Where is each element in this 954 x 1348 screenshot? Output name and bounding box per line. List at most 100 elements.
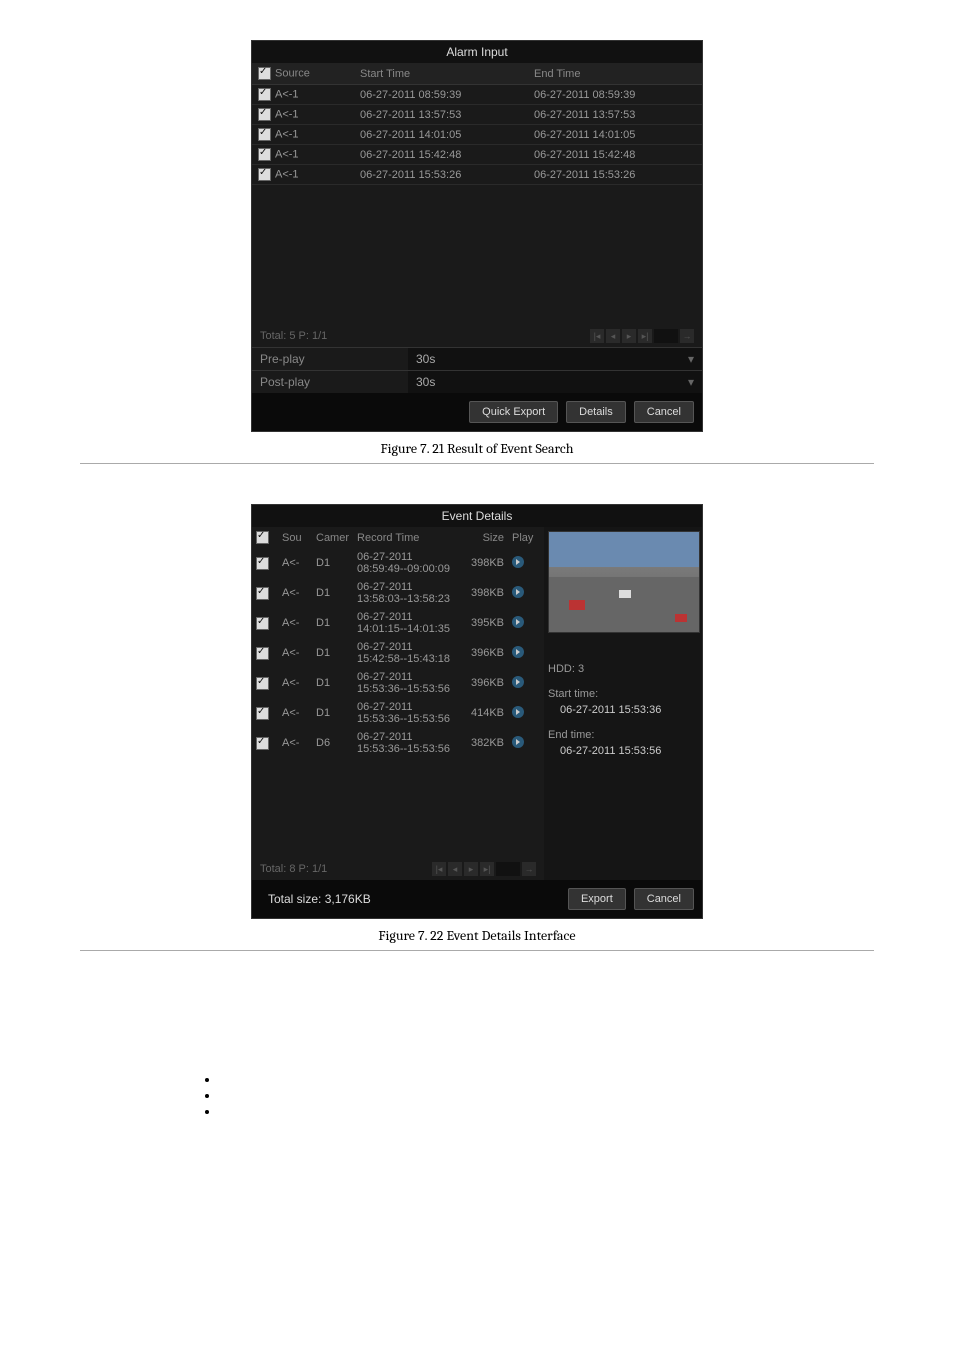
- list-item: [220, 1103, 954, 1119]
- page-next-icon[interactable]: ▸: [622, 329, 636, 343]
- pager[interactable]: |◂ ◂ ▸ ▸| →: [432, 862, 536, 876]
- table-row[interactable]: A<-D106-27-2011 08:59:49--09:00:09398KB: [252, 548, 544, 578]
- col-size: Size: [454, 527, 508, 548]
- clip-info: HDD: 3 Start time: 06-27-2011 15:53:36 E…: [548, 653, 698, 876]
- play-icon[interactable]: [512, 676, 524, 688]
- page-last-icon[interactable]: ▸|: [480, 862, 494, 876]
- details-button[interactable]: Details: [566, 401, 626, 423]
- cell-sou: A<-: [278, 698, 312, 728]
- preplay-label: Pre-play: [252, 348, 408, 370]
- divider: [80, 950, 874, 951]
- page-first-icon[interactable]: |◂: [432, 862, 446, 876]
- cell-rec: 06-27-2011 15:42:58--15:43:18: [353, 638, 454, 668]
- table-row[interactable]: A<-D106-27-2011 13:58:03--13:58:23398KB: [252, 578, 544, 608]
- cell-rec: 06-27-2011 15:53:36--15:53:56: [353, 728, 454, 758]
- page-last-icon[interactable]: ▸|: [638, 329, 652, 343]
- total-label: Total: 5 P: 1/1: [260, 330, 327, 342]
- page-input[interactable]: [654, 329, 678, 343]
- table-row[interactable]: A<-1 06-27-2011 15:53:2606-27-2011 15:53:…: [252, 165, 702, 185]
- row-checkbox[interactable]: [258, 108, 271, 121]
- page-go-icon[interactable]: →: [522, 862, 536, 876]
- cancel-button[interactable]: Cancel: [634, 888, 694, 910]
- row-checkbox[interactable]: [256, 617, 269, 630]
- row-checkbox[interactable]: [258, 88, 271, 101]
- panel-title: Event Details: [252, 505, 702, 527]
- page-prev-icon[interactable]: ◂: [606, 329, 620, 343]
- play-icon[interactable]: [512, 736, 524, 748]
- row-checkbox[interactable]: [256, 647, 269, 660]
- chevron-down-icon: ▾: [688, 352, 694, 366]
- row-checkbox[interactable]: [258, 148, 271, 161]
- cell-source: A<-1: [275, 148, 299, 160]
- table-row[interactable]: A<-D106-27-2011 14:01:15--14:01:35395KB: [252, 608, 544, 638]
- cell-end: 06-27-2011 15:53:26: [528, 165, 702, 185]
- select-all-checkbox[interactable]: [256, 531, 269, 544]
- cell-start: 06-27-2011 08:59:39: [354, 85, 528, 105]
- list-item: [220, 1087, 954, 1103]
- export-button[interactable]: Export: [568, 888, 626, 910]
- table-row[interactable]: A<-106-27-2011 14:01:0506-27-2011 14:01:…: [252, 125, 702, 145]
- cell-sou: A<-: [278, 608, 312, 638]
- cell-size: 396KB: [454, 668, 508, 698]
- total-size: Total size: 3,176KB: [260, 888, 568, 910]
- row-checkbox[interactable]: [256, 587, 269, 600]
- select-all-checkbox[interactable]: [258, 67, 271, 80]
- alarm-table: Source Start Time End Time A<-106-27-201…: [252, 63, 702, 185]
- pager[interactable]: |◂ ◂ ▸ ▸| →: [590, 329, 694, 343]
- cell-size: 382KB: [454, 728, 508, 758]
- cell-cam: D1: [312, 698, 353, 728]
- row-checkbox[interactable]: [256, 707, 269, 720]
- event-details-table: Sou Camer Record Time Size Play A<-D106-…: [252, 527, 544, 758]
- cell-end: 06-27-2011 14:01:05: [528, 125, 702, 145]
- start-time-label: Start time:: [548, 686, 698, 703]
- cell-end: 06-27-2011 13:57:53: [528, 105, 702, 125]
- cell-start: 06-27-2011 14:01:05: [354, 125, 528, 145]
- row-checkbox[interactable]: [258, 128, 271, 141]
- cell-start: 06-27-2011 13:57:53: [354, 105, 528, 125]
- cell-start: 06-27-2011 15:53:26: [354, 165, 528, 185]
- table-row[interactable]: A<-106-27-2011 08:59:3906-27-2011 08:59:…: [252, 85, 702, 105]
- cell-rec: 06-27-2011 15:53:36--15:53:56: [353, 668, 454, 698]
- page-next-icon[interactable]: ▸: [464, 862, 478, 876]
- cell-source: A<-1: [275, 108, 299, 120]
- page-go-icon[interactable]: →: [680, 329, 694, 343]
- quick-export-button[interactable]: Quick Export: [469, 401, 558, 423]
- divider: [80, 463, 874, 464]
- cell-cam: D1: [312, 578, 353, 608]
- play-icon[interactable]: [512, 646, 524, 658]
- preplay-select[interactable]: 30s ▾: [408, 348, 702, 370]
- cell-cam: D1: [312, 608, 353, 638]
- cell-sou: A<-: [278, 578, 312, 608]
- cell-size: 395KB: [454, 608, 508, 638]
- row-checkbox[interactable]: [258, 168, 271, 181]
- postplay-select[interactable]: 30s ▾: [408, 371, 702, 393]
- chevron-down-icon: ▾: [688, 375, 694, 389]
- row-checkbox[interactable]: [256, 557, 269, 570]
- start-time-value: 06-27-2011 15:53:36: [560, 702, 698, 719]
- page-prev-icon[interactable]: ◂: [448, 862, 462, 876]
- table-row[interactable]: A<-D106-27-2011 15:53:36--15:53:56396KB: [252, 668, 544, 698]
- page-first-icon[interactable]: |◂: [590, 329, 604, 343]
- total-label: Total: 8 P: 1/1: [260, 863, 327, 875]
- cell-source: A<-1: [275, 168, 299, 180]
- cancel-button[interactable]: Cancel: [634, 401, 694, 423]
- cell-end: 06-27-2011 08:59:39: [528, 85, 702, 105]
- table-row[interactable]: A<-1 06-27-2011 13:57:5306-27-2011 13:57:…: [252, 105, 702, 125]
- row-checkbox[interactable]: [256, 737, 269, 750]
- cell-size: 398KB: [454, 578, 508, 608]
- cell-sou: A<-: [278, 728, 312, 758]
- play-icon[interactable]: [512, 616, 524, 628]
- cell-sou: A<-: [278, 638, 312, 668]
- alarm-input-panel: Alarm Input Source Start Time End Time A…: [251, 40, 703, 432]
- play-icon[interactable]: [512, 706, 524, 718]
- table-row[interactable]: A<-D106-27-2011 15:42:58--15:43:18396KB: [252, 638, 544, 668]
- table-row[interactable]: A<-D606-27-2011 15:53:36--15:53:56382KB: [252, 728, 544, 758]
- col-end: End Time: [528, 63, 702, 85]
- row-checkbox[interactable]: [256, 677, 269, 690]
- play-icon[interactable]: [512, 556, 524, 568]
- col-record: Record Time: [353, 527, 454, 548]
- table-row[interactable]: A<-D106-27-2011 15:53:36--15:53:56414KB: [252, 698, 544, 728]
- table-row[interactable]: A<-106-27-2011 15:42:4806-27-2011 15:42:…: [252, 145, 702, 165]
- page-input[interactable]: [496, 862, 520, 876]
- play-icon[interactable]: [512, 586, 524, 598]
